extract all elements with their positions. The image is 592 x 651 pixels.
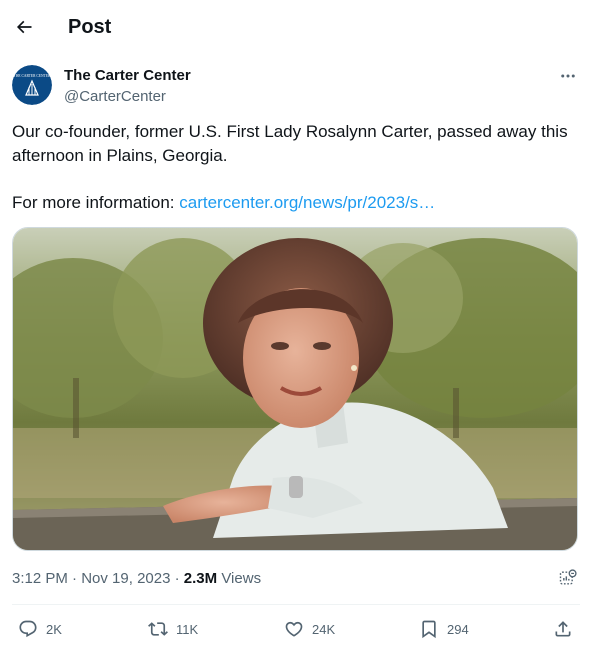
like-button[interactable]: 24K — [284, 614, 335, 644]
avatar-wordmark: THE CARTER CENTER — [14, 74, 51, 78]
meta-separator: · — [67, 570, 82, 587]
more-icon — [561, 74, 575, 78]
reply-count: 2K — [46, 621, 62, 637]
analytics-icon — [559, 569, 577, 585]
tweet-meta: 3:12 PM · Nov 19, 2023 · 2.3M Views — [12, 569, 261, 589]
like-count: 24K — [312, 621, 336, 637]
back-arrow-icon — [16, 20, 32, 34]
bookmark-button[interactable]: 294 — [419, 614, 469, 644]
repost-icon — [148, 622, 168, 636]
share-icon — [555, 621, 571, 637]
tweet-body: Our co-founder, former U.S. First Lady R… — [12, 122, 568, 165]
analytics-button[interactable] — [556, 566, 580, 590]
meta-separator: · — [170, 570, 184, 587]
reply-button[interactable]: 2K — [18, 614, 62, 644]
tweet-photo[interactable] — [12, 227, 578, 551]
views-count: 2.3M — [183, 570, 218, 587]
avatar[interactable]: THE CARTER CENTER — [12, 65, 52, 105]
bookmark-count: 294 — [447, 621, 469, 637]
tweet-text: Our co-founder, former U.S. First Lady R… — [12, 120, 572, 215]
share-button[interactable] — [553, 614, 573, 644]
tweet-time[interactable]: 3:12 PM — [12, 570, 68, 587]
repost-button[interactable]: 11K — [148, 614, 198, 644]
action-bar: 2K 11K 24K 294 — [12, 614, 580, 644]
reply-icon — [19, 620, 37, 638]
tweet-date[interactable]: Nov 19, 2023 — [81, 570, 170, 587]
tweet-link[interactable]: cartercenter.org/news/pr/2023/s… — [179, 193, 435, 212]
link-prefix: For more information: — [12, 193, 180, 212]
views-label: Views — [217, 570, 262, 587]
author-handle[interactable]: @CarterCenter — [64, 87, 191, 107]
bookmark-icon — [422, 620, 436, 639]
tweet-link-line: For more information: cartercenter.org/n… — [12, 191, 572, 215]
author-name[interactable]: The Carter Center — [64, 66, 191, 86]
like-icon — [285, 621, 303, 637]
page-title: Post — [68, 16, 112, 38]
back-button[interactable] — [6, 9, 42, 45]
divider — [12, 604, 580, 605]
more-options-button[interactable] — [556, 64, 580, 88]
post-header: Post — [0, 0, 592, 54]
author-row: THE CARTER CENTER The Carter Center @Car… — [12, 62, 580, 110]
repost-count: 11K — [176, 621, 199, 637]
